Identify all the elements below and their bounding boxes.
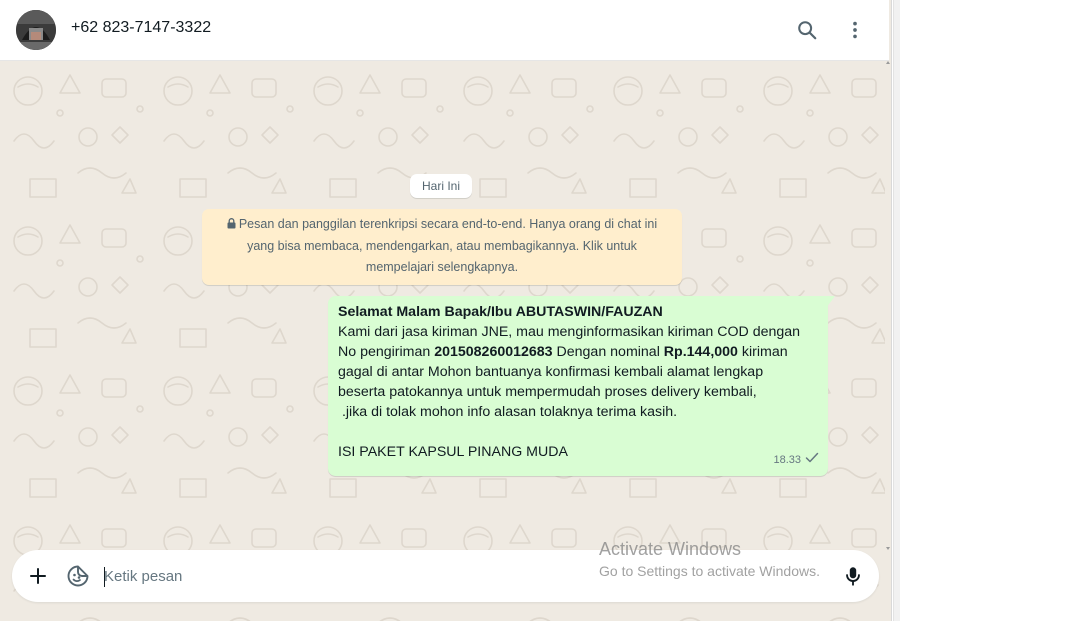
message-time: 18.33 [773,454,801,466]
contact-avatar[interactable] [16,10,56,50]
search-button[interactable] [793,16,821,44]
message-line: Kami dari jasa kiriman JNE, mau menginfo… [338,324,801,340]
whatsapp-chat-window: +62 823-7147-3322 Hari Ini Pesan dan pan… [0,0,892,621]
message-line: gagal di antar Mohon bantuanya konfirmas… [338,364,764,380]
chat-scrollbar[interactable] [885,61,891,551]
search-icon [798,21,817,40]
message-greeting: Selamat Malam Bapak/Ibu ABUTASWIN/FAUZAN [338,304,663,320]
cod-amount: Rp.144,000 [663,344,738,360]
attach-button[interactable] [24,562,52,590]
encryption-notice-line1: Pesan dan panggilan terenkripsi secara e… [238,217,658,231]
plus-icon [30,568,46,584]
single-check-icon [805,450,819,470]
sticker-button[interactable] [64,562,92,590]
tracking-number: 201508260012683 [434,344,553,360]
more-vertical-icon [853,21,857,39]
encryption-notice-line2: yang bisa membaca, mendengarkan, atau me… [247,239,637,253]
message-line: No pengiriman 201508260012683 Dengan nom… [338,344,788,360]
text-caret [104,567,105,587]
window-scrollbar[interactable] [893,0,900,621]
message-line: .jika di tolak mohon info alasan tolakny… [338,404,678,420]
message-composer [12,550,879,602]
chat-header: +62 823-7147-3322 [0,0,889,61]
outgoing-message[interactable]: Selamat Malam Bapak/Ibu ABUTASWIN/FAUZAN… [328,296,828,476]
sticker-icon [67,565,89,587]
encryption-notice-line3: mempelajari selengkapnya. [365,260,519,274]
menu-button[interactable] [841,16,869,44]
microphone-icon [846,567,860,586]
message-line: beserta patokannya untuk mempermudah pro… [338,384,757,400]
encryption-notice[interactable]: Pesan dan panggilan terenkripsi secara e… [202,209,682,285]
avatar-photo-icon [16,10,56,50]
voice-message-button[interactable] [839,562,867,590]
date-divider: Hari Ini [410,174,473,198]
bubble-tail [826,296,835,308]
lock-icon [227,215,236,236]
message-input[interactable] [104,564,824,588]
contact-name[interactable]: +62 823-7147-3322 [71,19,211,37]
